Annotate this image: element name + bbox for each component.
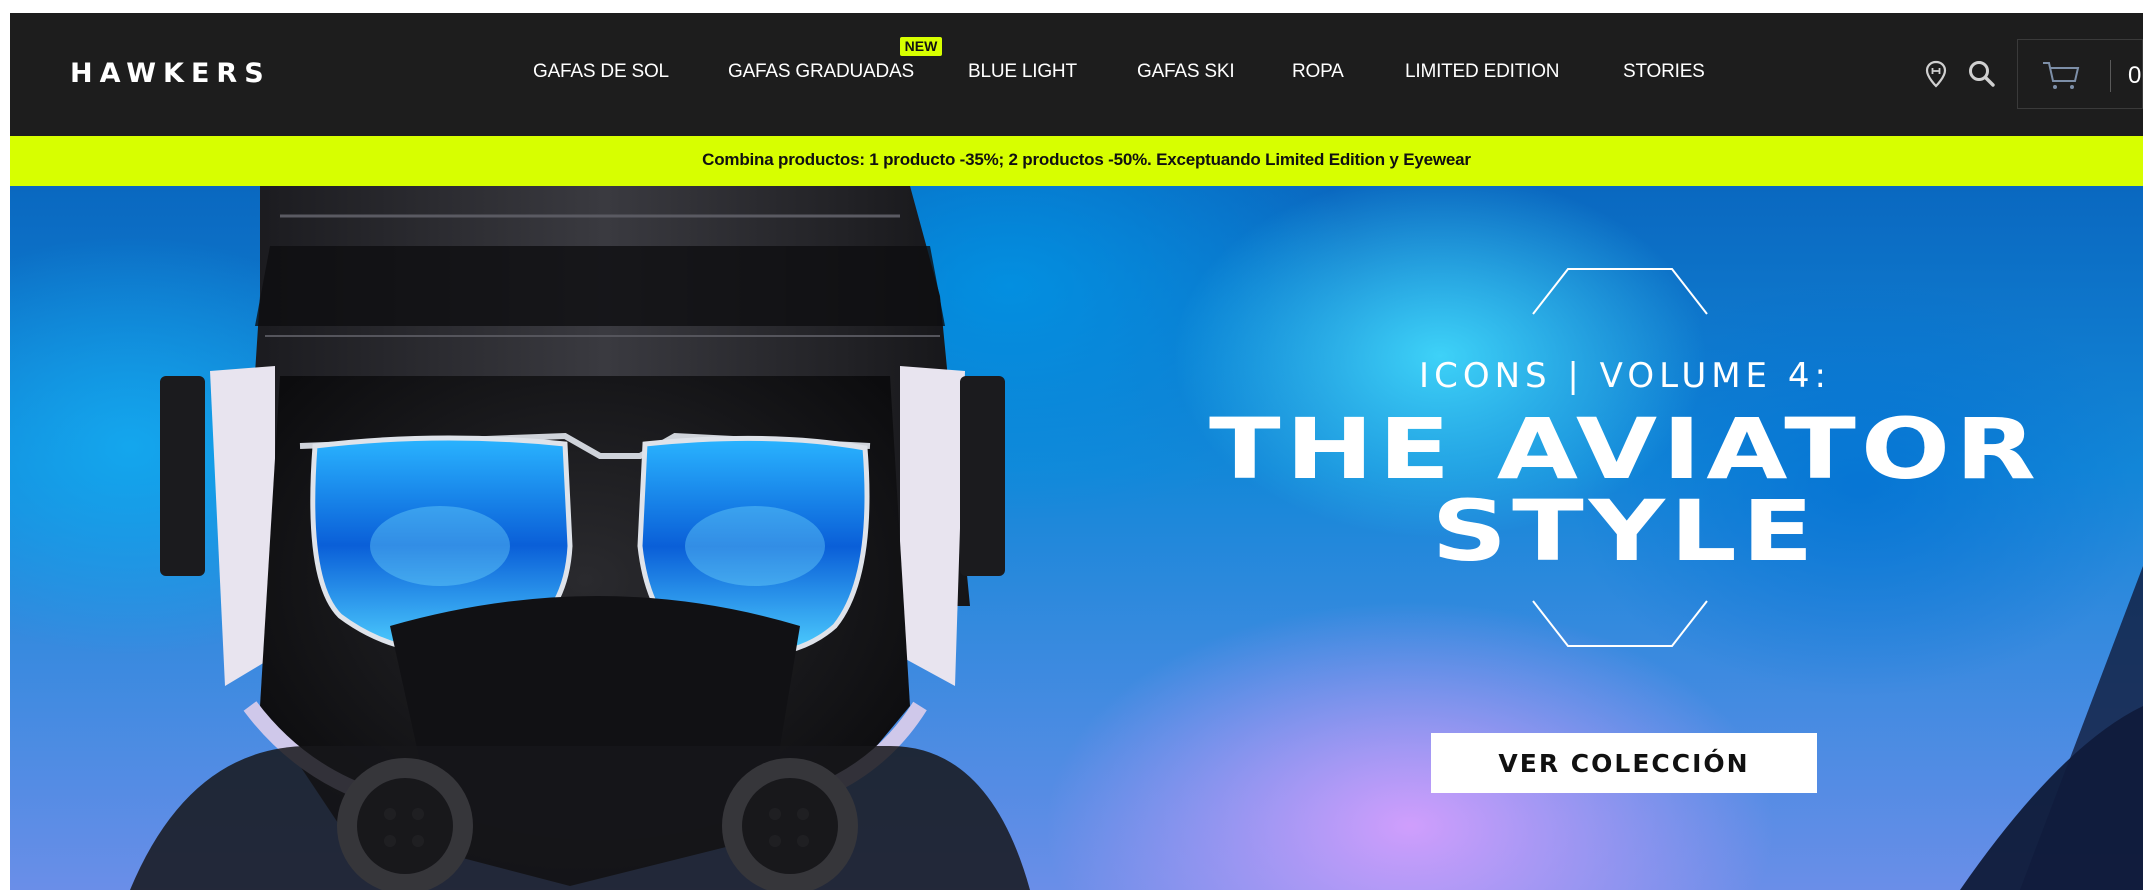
- brand-logo[interactable]: HAWKERS: [70, 58, 271, 89]
- nav-item-blue-light[interactable]: BLUE LIGHT: [968, 61, 1077, 83]
- hero-title-line2: STYLE: [1431, 482, 1819, 580]
- hero-subtitle: ICONS | VOLUME 4:: [1419, 356, 1831, 396]
- promo-bar: Combina productos: 1 producto -35%; 2 pr…: [10, 136, 2143, 186]
- cart-divider: [2110, 60, 2111, 92]
- hero-banner: ICONS | VOLUME 4: THE AVIATOR STYLE VER …: [10, 186, 2143, 890]
- nav-item-limited-edition[interactable]: LIMITED EDITION: [1405, 61, 1559, 83]
- hex-frame-bottom: [1532, 600, 1708, 647]
- page: HAWKERS GAFAS DE SOL GAFAS GRADUADAS BLU…: [10, 13, 2143, 890]
- cart-count: 0: [2128, 62, 2142, 89]
- promo-text: Combina productos: 1 producto -35%; 2 pr…: [702, 150, 1471, 169]
- search-icon[interactable]: [1967, 59, 1997, 94]
- hero-copy: ICONS | VOLUME 4: THE AVIATOR STYLE VER …: [1110, 186, 2140, 890]
- map-pin-icon[interactable]: [1925, 60, 1947, 93]
- ver-coleccion-button[interactable]: VER COLECCIÓN: [1431, 733, 1817, 793]
- nav-item-ropa[interactable]: ROPA: [1292, 61, 1344, 83]
- hero-title: THE AVIATOR STYLE: [981, 400, 2143, 580]
- nav-item-gafas-ski[interactable]: GAFAS SKI: [1137, 61, 1235, 83]
- nav-item-stories[interactable]: STORIES: [1623, 61, 1705, 83]
- nav-item-gafas-de-sol[interactable]: GAFAS DE SOL: [533, 61, 669, 83]
- hex-frame-top: [1532, 268, 1708, 315]
- cart-button[interactable]: 0: [2017, 39, 2143, 109]
- nav-item-gafas-graduadas[interactable]: GAFAS GRADUADAS: [728, 61, 914, 83]
- site-header: HAWKERS GAFAS DE SOL GAFAS GRADUADAS BLU…: [10, 13, 2143, 136]
- new-badge: NEW: [900, 37, 942, 56]
- hero-title-line1: THE AVIATOR: [1208, 400, 2042, 498]
- cart-icon: [2042, 60, 2080, 97]
